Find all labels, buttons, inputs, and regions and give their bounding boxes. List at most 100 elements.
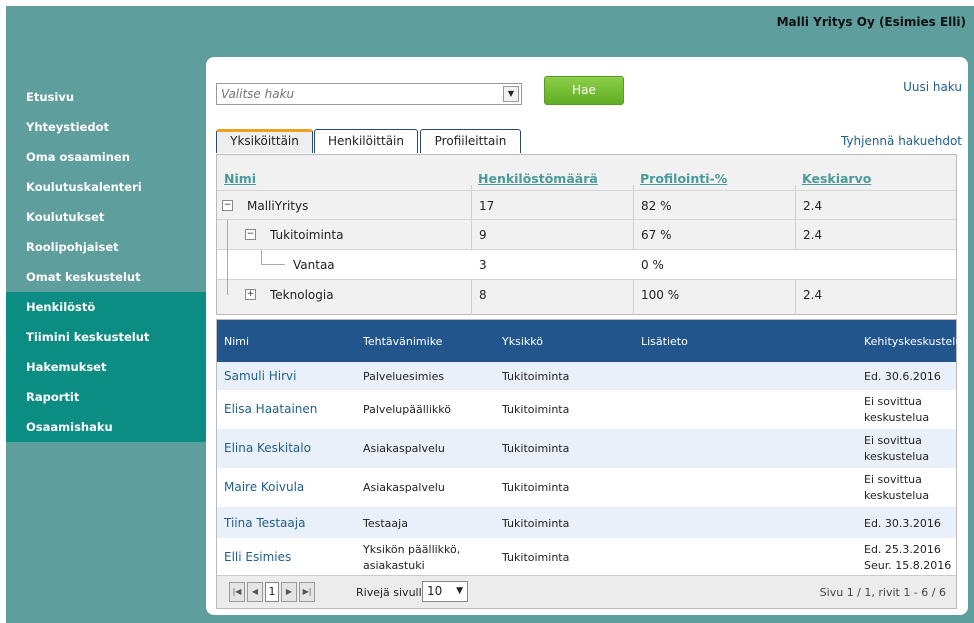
grid-row[interactable]: Elina Keskitalo Asiakaspalvelu Tukitoimi… bbox=[217, 429, 956, 468]
tree-row[interactable]: − Tukitoiminta 9 67 % 2.4 bbox=[217, 220, 956, 250]
tab-profiileittain[interactable]: Profiileittain bbox=[420, 129, 521, 153]
prev-page-icon[interactable]: ◀ bbox=[247, 582, 263, 602]
nav-omat-keskustelut[interactable]: Omat keskustelut bbox=[6, 262, 206, 292]
person-name-link[interactable]: Samuli Hirvi bbox=[224, 369, 296, 383]
grid-row[interactable]: Samuli Hirvi Palveluesimies Tukitoiminta… bbox=[217, 362, 956, 390]
tree-row-pct: 67 % bbox=[641, 228, 672, 242]
tree-row-name[interactable]: Vantaa bbox=[293, 250, 335, 280]
nav-tiimini-keskustelut[interactable]: Tiimini keskustelut bbox=[6, 322, 206, 352]
grid-row[interactable]: Maire Koivula Asiakaspalvelu Tukitoimint… bbox=[217, 468, 956, 507]
development-discussion-line2: keskustelua bbox=[864, 411, 930, 424]
person-title: Asiakaspalvelu bbox=[363, 481, 445, 494]
tree-header-name[interactable]: Nimi bbox=[224, 171, 256, 186]
next-page-icon[interactable]: ▶ bbox=[281, 582, 297, 602]
page-summary: Sivu 1 / 1, rivit 1 - 6 / 6 bbox=[819, 586, 946, 599]
rows-per-page-label: Rivejä sivulla bbox=[356, 586, 429, 599]
person-unit: Tukitoiminta bbox=[502, 481, 570, 494]
nav-oma-osaaminen[interactable]: Oma osaaminen bbox=[6, 142, 206, 172]
current-user: Malli Yritys Oy (Esimies Elli) bbox=[776, 15, 966, 29]
person-name-link[interactable]: Elli Esimies bbox=[224, 550, 291, 564]
grid-header-unit[interactable]: Yksikkö bbox=[502, 335, 543, 348]
grid-header-title[interactable]: Tehtävänimike bbox=[363, 335, 442, 348]
development-discussion: Ei sovittua bbox=[864, 395, 922, 408]
expand-icon[interactable]: + bbox=[245, 289, 256, 300]
tree-row-avg: 2.4 bbox=[803, 288, 823, 302]
collapse-icon[interactable]: − bbox=[245, 229, 256, 240]
development-discussion-line2: keskustelua bbox=[864, 450, 930, 463]
development-discussion: Ed. 30.6.2016 bbox=[864, 370, 941, 383]
person-title: Palveluesimies bbox=[363, 370, 445, 383]
person-name-link[interactable]: Elisa Haatainen bbox=[224, 402, 317, 416]
development-discussion: Ei sovittua bbox=[864, 473, 922, 486]
search-select[interactable]: ▼ bbox=[216, 83, 522, 105]
tree-row[interactable]: − MalliYritys 17 82 % 2.4 bbox=[217, 190, 956, 220]
nav-etusivu[interactable]: Etusivu bbox=[6, 82, 206, 112]
tab-henkiloittain[interactable]: Henkilöittäin bbox=[314, 129, 418, 153]
tree-row-avg: 2.4 bbox=[803, 228, 823, 242]
person-unit: Tukitoiminta bbox=[502, 442, 570, 455]
search-input[interactable] bbox=[217, 84, 497, 104]
development-discussion: Ed. 30.3.2016 bbox=[864, 517, 941, 530]
tab-yksikoittain[interactable]: Yksiköittäin bbox=[216, 129, 313, 153]
rows-per-page-value: 10 bbox=[427, 584, 443, 598]
first-page-icon[interactable]: |◀ bbox=[229, 582, 245, 602]
tree-row-count: 17 bbox=[479, 199, 495, 213]
person-unit: Tukitoiminta bbox=[502, 517, 570, 530]
nav-koulutukset[interactable]: Koulutukset bbox=[6, 202, 206, 232]
tree-row[interactable]: + Teknologia 8 100 % 2.4 bbox=[217, 280, 956, 310]
development-discussion: Ei sovittua bbox=[864, 434, 922, 447]
grid-header: Nimi Tehtävänimike Yksikkö Lisätieto Keh… bbox=[217, 320, 962, 362]
tree-row-count: 9 bbox=[479, 228, 487, 242]
grid-header-development[interactable]: Kehityskeskustelu bbox=[864, 335, 962, 348]
nav-hakemukset[interactable]: Hakemukset bbox=[6, 352, 206, 382]
collapse-icon[interactable]: − bbox=[222, 200, 233, 211]
grid-row[interactable]: Tiina Testaaja Testaaja Tukitoiminta Ed.… bbox=[217, 507, 956, 538]
grid-header-info[interactable]: Lisätieto bbox=[641, 335, 688, 348]
tree-header-count[interactable]: Henkilöstömäärä bbox=[478, 171, 598, 186]
tree-row-count: 3 bbox=[479, 258, 487, 272]
tree-row-name[interactable]: Teknologia bbox=[270, 280, 334, 310]
search-button[interactable]: Hae bbox=[544, 76, 624, 105]
tree-row-pct: 82 % bbox=[641, 199, 672, 213]
person-unit: Tukitoiminta bbox=[502, 403, 570, 416]
person-name-link[interactable]: Maire Koivula bbox=[224, 480, 304, 494]
grid-row[interactable]: Elisa Haatainen Palvelupäällikkö Tukitoi… bbox=[217, 390, 956, 429]
nav-yhteystiedot[interactable]: Yhteystiedot bbox=[6, 112, 206, 142]
person-grid: Nimi Tehtävänimike Yksikkö Lisätieto Keh… bbox=[216, 319, 962, 609]
chevron-down-icon[interactable]: ▼ bbox=[503, 86, 519, 102]
rows-per-page-select[interactable]: 10 ▼ bbox=[422, 581, 468, 602]
app-window: Malli Yritys Oy (Esimies Elli) Etusivu Y… bbox=[6, 6, 974, 623]
tree-row-name[interactable]: Tukitoiminta bbox=[270, 220, 343, 250]
clear-filters-link[interactable]: Tyhjennä hakuehdot bbox=[841, 134, 962, 148]
person-name-link[interactable]: Elina Keskitalo bbox=[224, 441, 311, 455]
pager: |◀ ◀ 1 ▶ ▶| Rivejä sivulla 10 ▼ Sivu 1 /… bbox=[217, 575, 956, 608]
tree-row[interactable]: Vantaa 3 0 % bbox=[217, 250, 956, 280]
tree-row-avg: 2.4 bbox=[803, 199, 823, 213]
person-title-line2: asiakastuki bbox=[363, 559, 425, 572]
person-unit: Tukitoiminta bbox=[502, 370, 570, 383]
main-panel: ▼ Hae Uusi haku Yksiköittäin Henkilöittä… bbox=[206, 57, 968, 615]
development-discussion: Ed. 25.3.2016 bbox=[864, 543, 941, 556]
nav-section-esimies: Henkilöstö Tiimini keskustelut Hakemukse… bbox=[6, 292, 206, 442]
person-title: Palvelupäällikkö bbox=[363, 403, 451, 416]
nav-henkilosto[interactable]: Henkilöstö bbox=[6, 292, 206, 322]
person-title: Testaaja bbox=[363, 517, 408, 530]
page-number[interactable]: 1 bbox=[265, 582, 279, 602]
unit-tree-table: Nimi Henkilöstömäärä Profilointi-% Keski… bbox=[216, 154, 957, 315]
grid-row[interactable]: Elli Esimies Yksikön päällikkö, asiakast… bbox=[217, 538, 956, 577]
grid-header-name[interactable]: Nimi bbox=[224, 335, 249, 348]
person-unit: Tukitoiminta bbox=[502, 551, 570, 564]
nav-roolipohjaiset[interactable]: Roolipohjaiset bbox=[6, 232, 206, 262]
tree-header-average[interactable]: Keskiarvo bbox=[802, 171, 871, 186]
new-search-link[interactable]: Uusi haku bbox=[903, 80, 962, 94]
tree-header-profiling[interactable]: Profilointi-% bbox=[640, 171, 727, 186]
chevron-down-icon: ▼ bbox=[456, 586, 463, 596]
nav-osaamishaku[interactable]: Osaamishaku bbox=[6, 412, 206, 442]
last-page-icon[interactable]: ▶| bbox=[299, 582, 315, 602]
tree-row-name[interactable]: MalliYritys bbox=[247, 191, 308, 221]
nav-koulutuskalenteri[interactable]: Koulutuskalenteri bbox=[6, 172, 206, 202]
tree-row-pct: 100 % bbox=[641, 288, 680, 302]
development-discussion-line2: keskustelua bbox=[864, 489, 930, 502]
person-name-link[interactable]: Tiina Testaaja bbox=[224, 516, 305, 530]
nav-raportit[interactable]: Raportit bbox=[6, 382, 206, 412]
